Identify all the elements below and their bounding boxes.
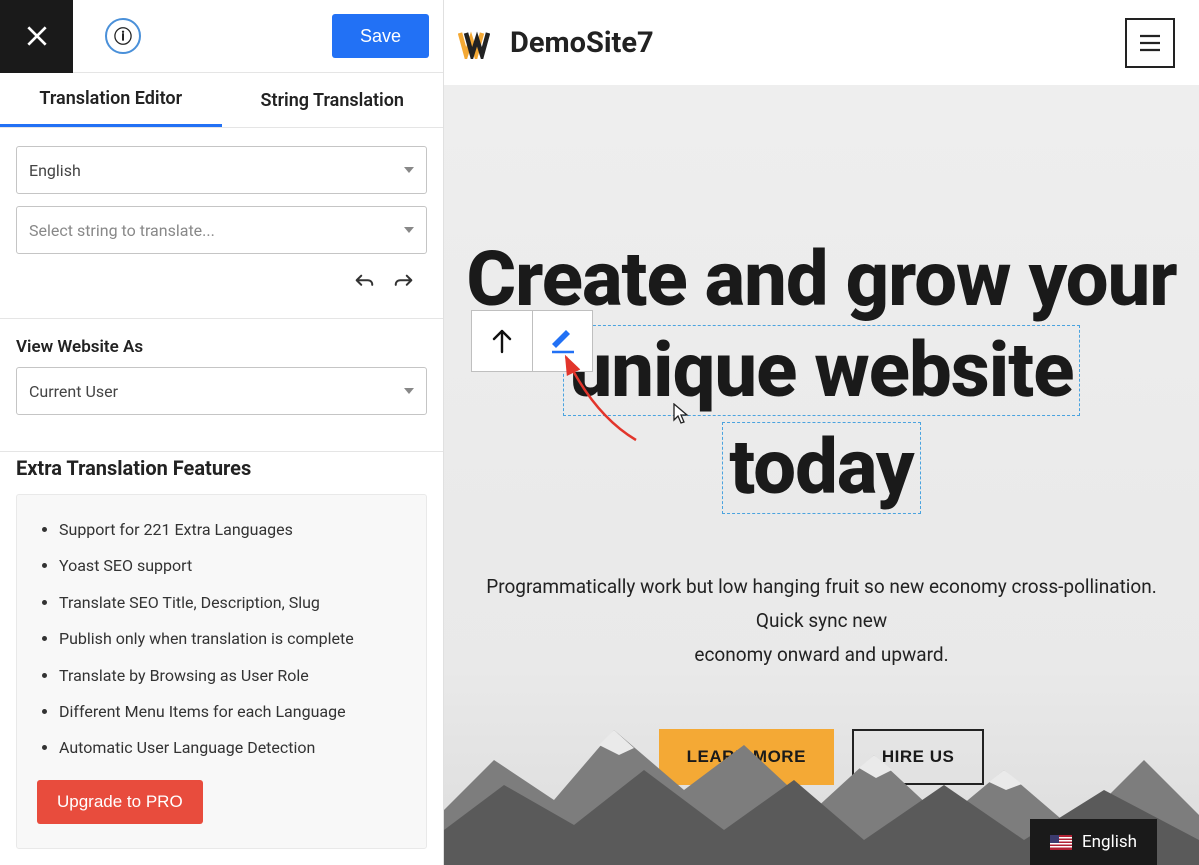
upgrade-button[interactable]: Upgrade to PRO <box>37 780 203 824</box>
close-icon <box>24 23 50 49</box>
hero-line2-selected[interactable]: unique website <box>563 325 1081 417</box>
language-select-value: English <box>29 161 81 180</box>
info-icon: ⓘ <box>114 23 132 49</box>
feature-item: Automatic User Language Detection <box>59 737 406 759</box>
string-select-placeholder: Select string to translate... <box>29 221 215 240</box>
language-switcher[interactable]: English <box>1030 819 1157 865</box>
save-button[interactable]: Save <box>332 14 429 58</box>
hero-heading: Create and grow your unique website toda… <box>444 235 1199 514</box>
view-as-label: View Website As <box>0 319 443 367</box>
feature-item: Translate by Browsing as User Role <box>59 665 406 687</box>
tab-translation-editor[interactable]: Translation Editor <box>0 73 222 127</box>
language-switcher-label: English <box>1082 832 1137 852</box>
extra-features-heading: Extra Translation Features <box>0 452 443 494</box>
hero-section: Create and grow your unique website toda… <box>444 85 1199 865</box>
parent-element-button[interactable] <box>472 311 532 371</box>
translation-controls: English Select string to translate... <box>0 128 443 308</box>
site-preview: DemoSite7 Create and grow your unique we… <box>444 0 1199 865</box>
hamburger-icon <box>1139 34 1161 52</box>
translate-hover-tools <box>471 310 593 372</box>
hero-sub-line: economy onward and upward. <box>694 643 948 666</box>
translation-sidebar: ⓘ Save Translation Editor String Transla… <box>0 0 444 865</box>
hero-sub-line: Programmatically work but low hanging fr… <box>486 575 1157 598</box>
arrow-up-icon <box>491 328 513 354</box>
menu-button[interactable] <box>1125 18 1175 68</box>
pencil-icon <box>550 328 576 354</box>
site-title: DemoSite7 <box>510 26 654 60</box>
edit-translation-button[interactable] <box>532 311 592 371</box>
feature-item: Support for 221 Extra Languages <box>59 519 406 541</box>
features-list: Support for 221 Extra Languages Yoast SE… <box>37 519 406 760</box>
info-button[interactable]: ⓘ <box>105 18 141 54</box>
feature-item: Yoast SEO support <box>59 555 406 577</box>
string-select[interactable]: Select string to translate... <box>16 206 427 254</box>
site-logo[interactable]: DemoSite7 <box>458 26 654 60</box>
feature-item: Publish only when translation is complet… <box>59 628 406 650</box>
feature-item: Different Menu Items for each Language <box>59 701 406 723</box>
view-as-select[interactable]: Current User <box>16 367 427 415</box>
cursor-icon <box>673 403 689 425</box>
feature-item: Translate SEO Title, Description, Slug <box>59 592 406 614</box>
sidebar-header: ⓘ Save <box>0 0 443 73</box>
sidebar-tabs: Translation Editor String Translation <box>0 73 443 128</box>
logo-icon <box>458 31 490 55</box>
view-as-value: Current User <box>29 382 118 401</box>
undo-icon[interactable] <box>353 272 375 294</box>
extra-features-box: Support for 221 Extra Languages Yoast SE… <box>16 494 427 849</box>
hero-subtext: Programmatically work but low hanging fr… <box>444 570 1199 673</box>
close-button[interactable] <box>0 0 73 73</box>
hero-sub-line: Quick sync new <box>756 609 887 632</box>
chevron-down-icon <box>404 388 414 394</box>
undo-redo-group <box>16 266 427 294</box>
hero-line3-selected[interactable]: today <box>722 422 920 514</box>
chevron-down-icon <box>404 167 414 173</box>
redo-icon[interactable] <box>393 272 415 294</box>
preview-header: DemoSite7 <box>444 0 1199 85</box>
flag-us-icon <box>1050 835 1072 850</box>
chevron-down-icon <box>404 227 414 233</box>
language-select[interactable]: English <box>16 146 427 194</box>
tab-string-translation[interactable]: String Translation <box>222 73 444 127</box>
